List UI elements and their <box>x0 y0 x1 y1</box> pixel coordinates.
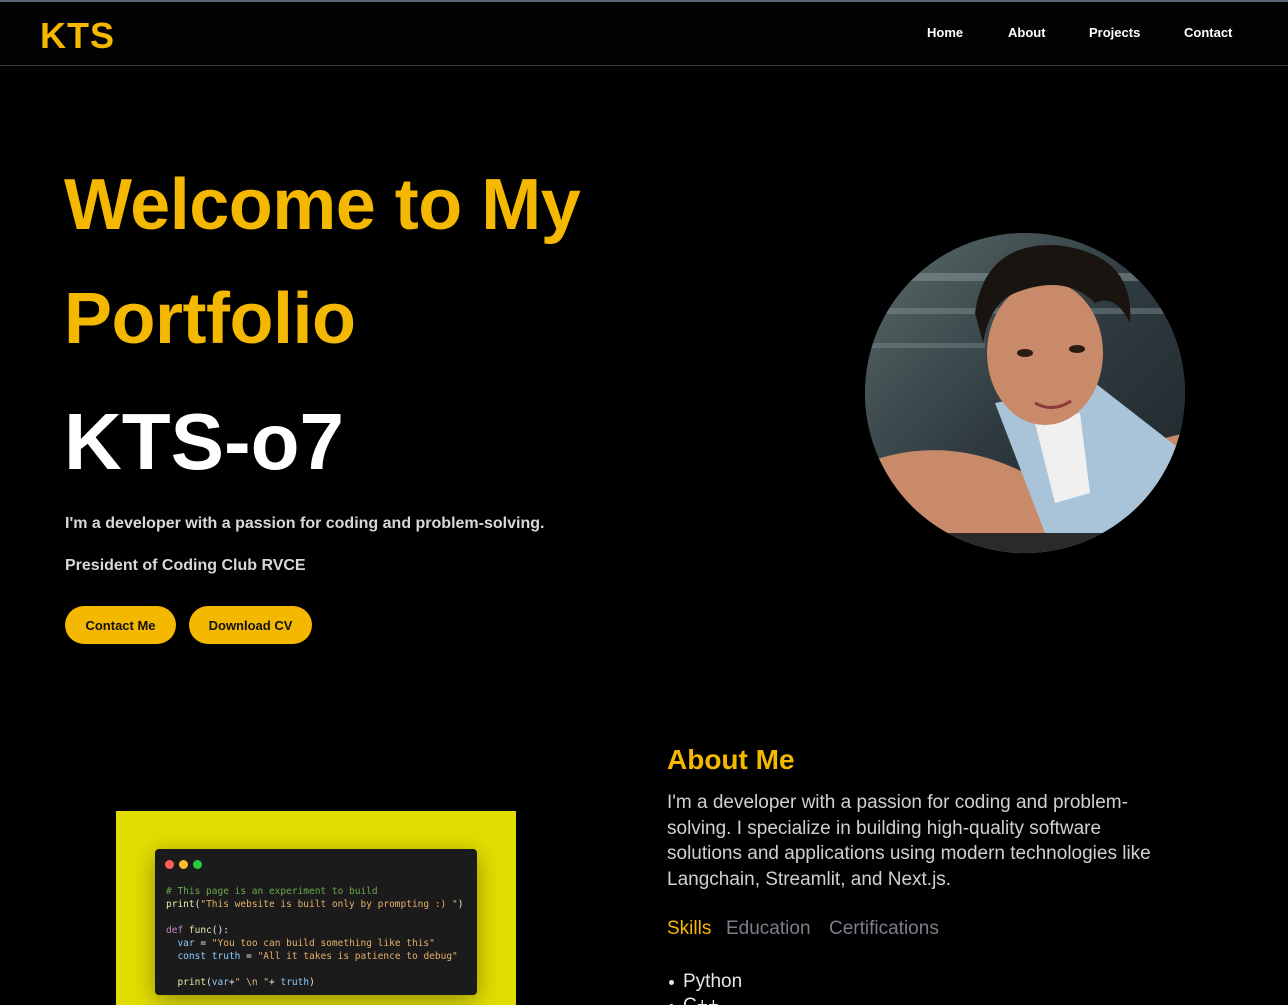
contact-me-button[interactable]: Contact Me <box>65 606 176 644</box>
green-dot-icon <box>193 860 202 869</box>
tab-certifications[interactable]: Certifications <box>829 918 939 940</box>
hero-role: President of Coding Club RVCE <box>65 557 306 574</box>
tab-skills[interactable]: Skills <box>667 918 711 940</box>
about-title: About Me <box>667 744 795 775</box>
yellow-dot-icon <box>179 860 188 869</box>
skills-list: Python C++ <box>668 970 743 1005</box>
hero-title: Welcome to My Portfolio <box>64 165 581 359</box>
nav-links: Home About Projects Contact <box>0 25 1288 45</box>
download-cv-button[interactable]: Download CV <box>189 606 312 644</box>
tab-education[interactable]: Education <box>726 918 811 940</box>
nav-link-projects[interactable]: Projects <box>1089 25 1140 40</box>
hero-name: KTS-o7 <box>64 397 344 486</box>
nav-link-home[interactable]: Home <box>927 25 963 40</box>
red-dot-icon <box>165 860 174 869</box>
list-item: Python <box>668 971 743 992</box>
code-window: # This page is an experiment to build pr… <box>155 849 477 995</box>
profile-photo <box>865 233 1185 553</box>
nav-link-contact[interactable]: Contact <box>1184 25 1232 40</box>
nav-link-about[interactable]: About <box>1008 25 1046 40</box>
code-snippet: # This page is an experiment to build pr… <box>166 886 464 988</box>
hero-tagline: I'm a developer with a passion for codin… <box>65 515 545 532</box>
navbar: KTS Home About Projects Contact <box>0 2 1288 66</box>
profile-photo-illustration <box>865 233 1185 553</box>
code-screenshot-image: # This page is an experiment to build pr… <box>116 811 516 1005</box>
list-item: C++ <box>668 994 742 1005</box>
about-description: I'm a developer with a passion for codin… <box>667 792 1151 891</box>
